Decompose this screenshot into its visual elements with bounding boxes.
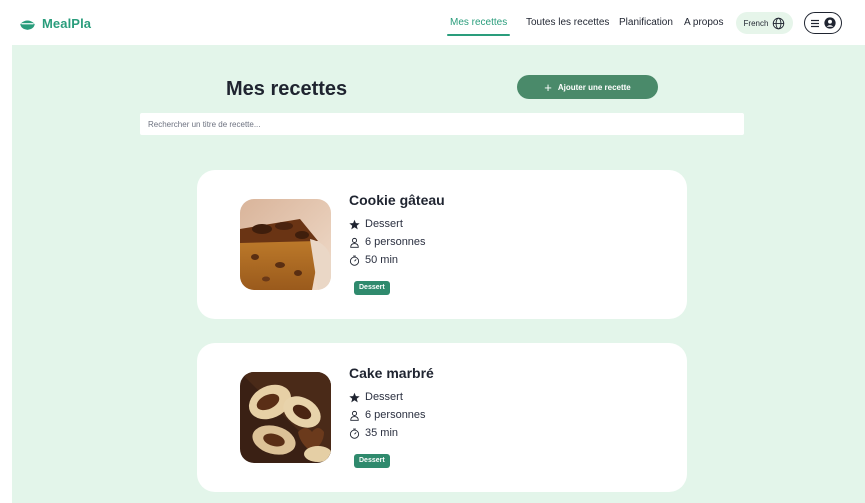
- main-content: Mes recettes + Ajouter une recette Reche…: [12, 45, 865, 503]
- recipe-image: [240, 372, 331, 463]
- recipe-duration: 50 min: [349, 254, 398, 266]
- person-icon: [349, 410, 360, 421]
- recipe-servings-label: 6 personnes: [365, 236, 426, 248]
- recipe-search-input[interactable]: [140, 113, 744, 135]
- language-label: French: [743, 18, 769, 28]
- recipe-image: [240, 199, 331, 290]
- app-name: MealPla: [42, 15, 92, 31]
- timer-icon: [349, 255, 360, 266]
- recipe-duration-label: 35 min: [365, 427, 399, 439]
- star-icon: [349, 219, 360, 230]
- recipe-duration-label: 50 min: [365, 254, 399, 266]
- recipe-tag: Dessert: [354, 454, 390, 468]
- recipe-category-label: Dessert: [365, 218, 403, 230]
- add-recipe-button[interactable]: + Ajouter une recette: [517, 75, 658, 99]
- recipe-category: Dessert: [349, 218, 403, 230]
- recipe-duration: 35 min: [349, 427, 398, 439]
- language-selector[interactable]: French: [736, 12, 793, 34]
- recipe-card[interactable]: Cake marbré Dessert 6 personnes 35 min D…: [197, 343, 687, 492]
- recipe-servings-label: 6 personnes: [365, 409, 426, 421]
- user-menu-button[interactable]: [804, 12, 842, 34]
- recipe-tag: Dessert: [354, 281, 390, 295]
- top-navbar: MealPla Mes recettes Toutes les recettes…: [0, 0, 865, 45]
- brand[interactable]: MealPla: [19, 13, 91, 33]
- timer-icon: [349, 428, 360, 439]
- page-title: Mes recettes: [226, 78, 348, 100]
- nav-mes-recettes[interactable]: Mes recettes: [446, 12, 511, 36]
- user-circle-icon: [824, 17, 836, 29]
- star-icon: [349, 392, 360, 403]
- recipe-title: Cookie gâteau: [349, 192, 445, 208]
- recipe-card[interactable]: Cookie gâteau Dessert 6 personnes 50 min…: [197, 170, 687, 319]
- recipe-servings: 6 personnes: [349, 236, 426, 248]
- nav-toutes-les-recettes[interactable]: Toutes les recettes: [526, 12, 609, 34]
- nav-a-propos[interactable]: A propos: [684, 12, 723, 34]
- salad-bowl-icon: [20, 20, 35, 30]
- recipe-category-label: Dessert: [365, 391, 403, 403]
- recipe-category: Dessert: [349, 391, 403, 403]
- add-recipe-label: Ajouter une recette: [557, 82, 631, 92]
- recipe-servings: 6 personnes: [349, 409, 426, 421]
- recipe-title: Cake marbré: [349, 365, 434, 381]
- globe-icon: [773, 17, 785, 29]
- plus-icon: +: [544, 79, 552, 95]
- person-icon: [349, 237, 360, 248]
- hamburger-icon: [811, 19, 819, 27]
- nav-planification[interactable]: Planification: [619, 12, 673, 34]
